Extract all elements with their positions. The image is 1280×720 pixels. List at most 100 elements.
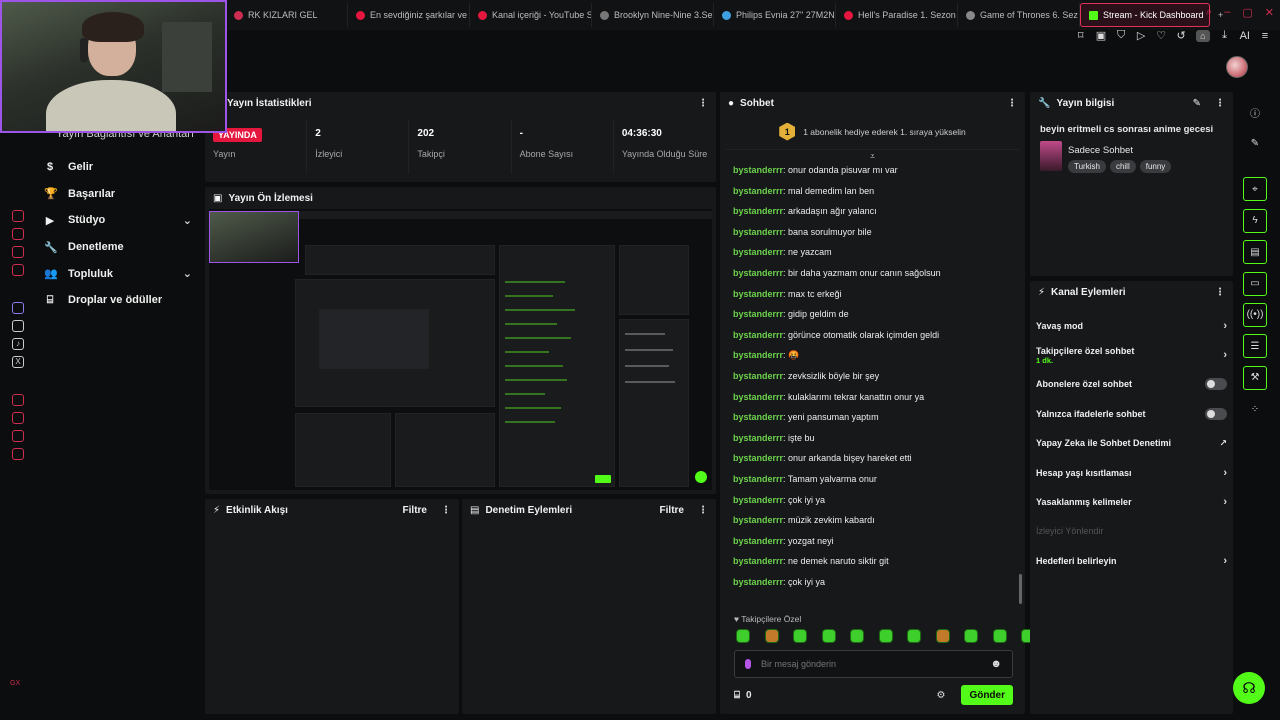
aria-icon[interactable] xyxy=(12,210,24,222)
pinned-gift-banner[interactable]: 1 1 abonelik hediye ederek 1. sıraya yük… xyxy=(726,114,1019,150)
chat-message[interactable]: bystanderrr: yeni pansuman yaptım xyxy=(733,407,1025,428)
tiktok-icon[interactable]: ♪ xyxy=(12,338,24,350)
gift-icon[interactable]: ⌸ xyxy=(734,690,740,701)
chat-message-input[interactable] xyxy=(761,659,981,669)
chat-username[interactable]: bystanderrr xyxy=(733,495,783,505)
emote-icon[interactable] xyxy=(736,629,750,643)
settings-icon[interactable] xyxy=(12,448,24,460)
chat-username[interactable]: bystanderrr xyxy=(733,330,783,340)
player-icon[interactable] xyxy=(12,264,24,276)
chat-username[interactable]: bystanderrr xyxy=(733,206,783,216)
toggle-switch[interactable] xyxy=(1205,378,1227,391)
chat-bubble-icon[interactable]: ▭ xyxy=(1243,271,1267,296)
emote-icon[interactable] xyxy=(964,629,978,643)
sidebar-item-başarılar[interactable]: 🏆 Başarılar xyxy=(38,181,200,208)
ai-button[interactable]: AI xyxy=(1240,30,1250,42)
chat-username[interactable]: bystanderrr xyxy=(733,474,783,484)
history-icon[interactable]: ↺ xyxy=(1176,29,1186,42)
browser-tab[interactable]: Hell's Paradise 1. Sezon xyxy=(836,3,958,27)
lightning-icon[interactable]: ϟ xyxy=(1243,208,1267,233)
more-icon[interactable]: ⋮ xyxy=(698,505,708,516)
channel-action-row[interactable]: Yavaş mod › xyxy=(1030,311,1233,340)
download-icon[interactable]: ⤓ xyxy=(1220,29,1230,42)
external-link-icon[interactable]: ↗ xyxy=(1219,438,1227,449)
channel-action-row[interactable]: Yalnızca ifadelerle sohbet xyxy=(1030,399,1233,428)
chat-message[interactable]: bystanderrr: zevksizlik böyle bir şey xyxy=(733,366,1025,387)
sidebar-item-topluluk[interactable]: 👥 Topluluk ⌄ xyxy=(38,260,200,287)
browser-tab[interactable]: Brooklyn Nine-Nine 3.Se xyxy=(592,3,714,27)
emote-icon[interactable] xyxy=(764,629,779,643)
chat-message[interactable]: bystanderrr: çok iyi ya xyxy=(733,490,1025,511)
clipboard-icon[interactable]: ▤ xyxy=(1243,240,1267,265)
wrench-icon[interactable]: ⚒ xyxy=(1243,365,1267,390)
emoji-icon[interactable]: ☻ xyxy=(990,658,1002,670)
browser-tab[interactable]: RK KIZLARI GEL xyxy=(226,3,348,27)
browser-tab[interactable]: En sevdiğiniz şarkılar ve xyxy=(348,3,470,27)
chevron-right-icon[interactable]: › xyxy=(1223,496,1227,508)
emote-icon[interactable] xyxy=(793,629,807,643)
gear-icon[interactable]: ⚙ xyxy=(936,690,945,701)
chat-message[interactable]: bystanderrr: müzik zevkim kabardı xyxy=(733,510,1025,531)
record-icon[interactable] xyxy=(12,394,24,406)
sidebar-item-denetleme[interactable]: 🔧 Denetleme xyxy=(38,234,200,261)
broadcast-icon[interactable]: ((•)) xyxy=(1243,302,1267,327)
chat-username[interactable]: bystanderrr xyxy=(733,412,783,422)
profile-avatar[interactable] xyxy=(1226,56,1248,78)
chat-message[interactable]: bystanderrr: gidip geldim de xyxy=(733,304,1025,325)
sidebar-item-stüdyo[interactable]: ▶ Stüdyo ⌄ xyxy=(38,207,200,234)
sidebar-item-gelir[interactable]: $ Gelir xyxy=(38,154,200,181)
chevron-down-icon[interactable]: ⌄ xyxy=(183,267,192,280)
chat-message[interactable]: bystanderrr: Tamam yalvarma onur xyxy=(733,469,1025,490)
chat-username[interactable]: bystanderrr xyxy=(733,577,783,587)
stream-tag[interactable]: funny xyxy=(1139,160,1172,173)
emote-icon[interactable] xyxy=(992,629,1007,643)
microphone-icon[interactable] xyxy=(745,659,751,669)
heart-icon[interactable]: ♡ xyxy=(1156,29,1166,42)
stream-tag[interactable]: Turkish xyxy=(1068,160,1106,173)
send-button[interactable]: Gönder xyxy=(961,685,1013,705)
chevron-right-icon[interactable]: › xyxy=(1223,349,1227,361)
chat-message[interactable]: bystanderrr: mal demedim lan ben xyxy=(733,181,1025,202)
more-icon[interactable]: ⋮ xyxy=(441,505,451,516)
chat-username[interactable]: bystanderrr xyxy=(733,186,783,196)
chat-bubble-icon[interactable] xyxy=(12,430,24,442)
crosshair-icon[interactable]: ⌖ xyxy=(1243,177,1267,202)
chat-username[interactable]: bystanderrr xyxy=(733,536,783,546)
channel-action-row[interactable]: Yapay Zeka ile Sohbet Denetimi ↗ xyxy=(1030,429,1233,458)
info-icon[interactable]: ⓘ xyxy=(1243,100,1267,124)
chat-message[interactable]: bystanderrr: görünce otomatik olarak içi… xyxy=(733,325,1025,346)
messenger-icon[interactable] xyxy=(12,246,24,258)
chat-message[interactable]: bystanderrr: işte bu xyxy=(733,428,1025,449)
emote-icon[interactable] xyxy=(935,629,950,643)
twitch-icon[interactable] xyxy=(12,302,24,314)
chat-username[interactable]: bystanderrr xyxy=(733,371,783,381)
channel-action-row[interactable]: Hedefleri belirleyin › xyxy=(1030,546,1233,575)
chat-username[interactable]: bystanderrr xyxy=(733,165,783,175)
instagram-icon[interactable] xyxy=(12,320,24,332)
browser-tab[interactable]: Kanal içeriği - YouTube S xyxy=(470,3,592,27)
chat-username[interactable]: bystanderrr xyxy=(733,392,783,402)
chat-message[interactable]: bystanderrr: kulaklarımı tekrar kanattın… xyxy=(733,387,1025,408)
emote-icon[interactable] xyxy=(850,629,864,643)
chat-message[interactable]: bystanderrr: 🤬 xyxy=(733,345,1025,366)
chat-message[interactable]: bystanderrr: çok iyi ya xyxy=(733,572,1025,593)
search-icon[interactable]: ⌕ xyxy=(1206,6,1212,19)
chat-input-box[interactable]: ☻ xyxy=(734,650,1013,678)
shield-icon[interactable]: ⛉ xyxy=(1116,29,1126,42)
extension-icon[interactable]: ⌂ xyxy=(1196,29,1210,42)
pencil-icon[interactable]: ✎ xyxy=(1193,98,1201,109)
chat-username[interactable]: bystanderrr xyxy=(733,433,783,443)
clock-icon[interactable] xyxy=(12,412,24,424)
chevron-right-icon[interactable]: › xyxy=(1223,555,1227,567)
apps-icon[interactable]: ⁘ xyxy=(1243,397,1267,421)
chevron-down-icon[interactable]: ⌄ xyxy=(183,214,192,227)
bookmark-icon[interactable]: ⌑ xyxy=(1076,29,1086,42)
chevron-right-icon[interactable]: › xyxy=(1223,467,1227,479)
chat-message[interactable]: bystanderrr: onur arkanda bişey hareket … xyxy=(733,448,1025,469)
close-icon[interactable]: ✕ xyxy=(1265,6,1274,19)
help-button[interactable]: ☊ xyxy=(1233,672,1265,704)
chat-username[interactable]: bystanderrr xyxy=(733,247,783,257)
emote-icon[interactable] xyxy=(821,629,836,643)
play-icon[interactable]: ▷ xyxy=(1136,29,1146,42)
sidebar-item-droplar[interactable]: ⌸ Droplar ve ödüller xyxy=(38,287,200,314)
